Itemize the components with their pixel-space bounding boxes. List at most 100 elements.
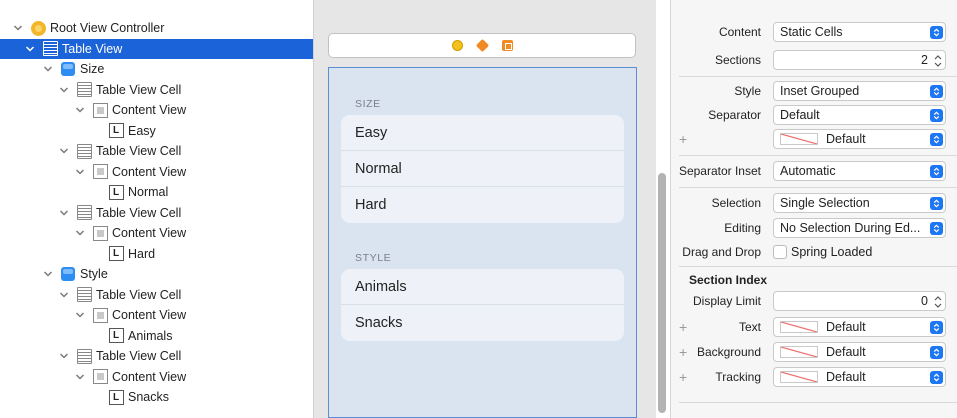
outline-item[interactable]: Table View Cell — [0, 203, 313, 223]
disclosure-chevron-icon[interactable] — [58, 289, 70, 301]
section-group-style: Animals Snacks — [341, 269, 624, 341]
display-limit-row: Display Limit 0 — [671, 290, 957, 312]
outline-item[interactable]: Content View — [0, 367, 313, 387]
editing-popup[interactable]: No Selection During Ed... — [773, 218, 946, 238]
separator-inset-popup[interactable]: Automatic — [773, 161, 946, 181]
table-cell[interactable]: Snacks — [341, 305, 624, 341]
popup-arrows-icon — [930, 109, 943, 122]
separator-color-row: + Default — [671, 128, 957, 150]
outline-item[interactable]: L Normal — [0, 182, 313, 202]
text-color-popup[interactable]: Default — [773, 317, 946, 337]
disclosure-chevron-icon[interactable] — [42, 63, 54, 75]
outline-item[interactable]: Size — [0, 59, 313, 79]
selection-popup[interactable]: Single Selection — [773, 193, 946, 213]
background-row: + Background Default — [671, 341, 957, 363]
disclosure-chevron-icon[interactable] — [58, 84, 70, 96]
disclosure-chevron-icon[interactable] — [74, 104, 86, 116]
outline-item[interactable]: L Snacks — [0, 387, 313, 407]
color-swatch-icon — [780, 371, 818, 383]
drag-drop-row: Drag and Drop Spring Loaded — [671, 241, 957, 263]
outline-item[interactable]: Content View — [0, 305, 313, 325]
plus-icon[interactable]: + — [679, 369, 687, 385]
outline-item[interactable]: L Easy — [0, 121, 313, 141]
table-cell[interactable]: Easy — [341, 115, 624, 151]
attributes-inspector: Content Static Cells Sections 2 Style In… — [670, 0, 957, 418]
plus-icon[interactable]: + — [679, 344, 687, 360]
disclosure-chevron-icon[interactable] — [58, 145, 70, 157]
spring-loaded-label: Spring Loaded — [791, 245, 873, 259]
table-icon — [76, 348, 92, 364]
popup-arrows-icon — [930, 346, 943, 359]
outline-item-label: Table View Cell — [96, 82, 182, 97]
outline-item-label: Table View Cell — [96, 349, 182, 363]
outline-item[interactable]: Table View Cell — [0, 80, 313, 100]
table-view-preview[interactable]: SIZE Easy Normal Hard STYLE Animals Snac… — [328, 67, 637, 418]
outline-item[interactable]: Table View Cell — [0, 141, 313, 161]
disclosure-chevron-icon[interactable] — [58, 350, 70, 362]
label-icon: L — [108, 184, 124, 200]
root-icon — [30, 20, 46, 36]
stepper-icon[interactable] — [932, 52, 944, 69]
view-controller-icon[interactable] — [451, 40, 463, 51]
popup-arrows-icon — [930, 165, 943, 178]
outline-item[interactable]: L Hard — [0, 244, 313, 264]
editing-label: Editing — [724, 221, 761, 235]
outline-item-label: Content View — [112, 308, 187, 322]
divider — [679, 402, 957, 403]
table-cell[interactable]: Animals — [341, 269, 624, 305]
plus-icon[interactable]: + — [679, 319, 687, 335]
outline-item-label: Content View — [112, 369, 187, 384]
display-limit-field[interactable]: 0 — [773, 291, 946, 311]
outline-item-label: Content View — [112, 103, 187, 117]
outline-item[interactable]: Table View Cell — [0, 285, 313, 305]
outline-item-label: Root View Controller — [50, 21, 165, 35]
disclosure-chevron-icon[interactable] — [74, 309, 86, 321]
selection-label: Selection — [711, 196, 761, 210]
separator-label: Separator — [708, 108, 761, 122]
background-color-popup[interactable]: Default — [773, 342, 946, 362]
tracking-color-popup[interactable]: Default — [773, 367, 946, 387]
disclosure-chevron-icon[interactable] — [24, 43, 36, 55]
label-icon: L — [108, 123, 124, 139]
outline-item[interactable]: Root View Controller — [0, 18, 313, 38]
separator-inset-row: Separator Inset Automatic — [671, 160, 957, 182]
disclosure-chevron-icon[interactable] — [42, 268, 54, 280]
content-popup[interactable]: Static Cells — [773, 22, 946, 42]
sections-label: Sections — [714, 53, 761, 67]
outline-item-label: Easy — [128, 123, 156, 138]
outline-item[interactable]: Content View — [0, 223, 313, 243]
stepper-icon[interactable] — [932, 293, 944, 310]
spring-loaded-checkbox[interactable] — [773, 245, 787, 259]
divider — [679, 266, 957, 267]
sections-field[interactable]: 2 — [773, 50, 946, 70]
style-popup[interactable]: Inset Grouped — [773, 81, 946, 101]
table-icon — [76, 143, 92, 159]
divider — [679, 187, 957, 188]
outline-item[interactable]: Content View — [0, 162, 313, 182]
table-cell[interactable]: Normal — [341, 151, 624, 187]
disclosure-chevron-icon[interactable] — [74, 371, 86, 383]
canvas-scrollbar[interactable] — [658, 173, 666, 413]
plus-icon[interactable]: + — [679, 131, 687, 147]
disclosure-chevron-icon[interactable] — [74, 166, 86, 178]
color-swatch-icon — [780, 321, 818, 333]
outline-item[interactable]: Style — [0, 264, 313, 284]
disclosure-chevron-icon[interactable] — [12, 22, 24, 34]
label-icon: L — [108, 389, 124, 405]
outline-item[interactable]: Table View Cell — [0, 346, 313, 366]
outline-item[interactable]: Table View — [0, 38, 313, 59]
outline-item[interactable]: Content View — [0, 100, 313, 120]
outline-item-label: Table View Cell — [96, 205, 182, 220]
disclosure-chevron-icon[interactable] — [74, 227, 86, 239]
separator-color-popup[interactable]: Default — [773, 129, 946, 149]
disclosure-chevron-icon[interactable] — [58, 207, 70, 219]
outline-item-label: Hard — [128, 246, 156, 261]
first-responder-icon[interactable] — [475, 38, 489, 53]
sections-value: 2 — [921, 53, 928, 67]
outline-item[interactable]: L Animals — [0, 326, 313, 346]
exit-icon[interactable] — [501, 40, 513, 51]
separator-color-value: Default — [826, 132, 866, 146]
table-cell[interactable]: Hard — [341, 187, 624, 223]
separator-inset-value: Automatic — [780, 164, 836, 178]
separator-popup[interactable]: Default — [773, 105, 946, 125]
